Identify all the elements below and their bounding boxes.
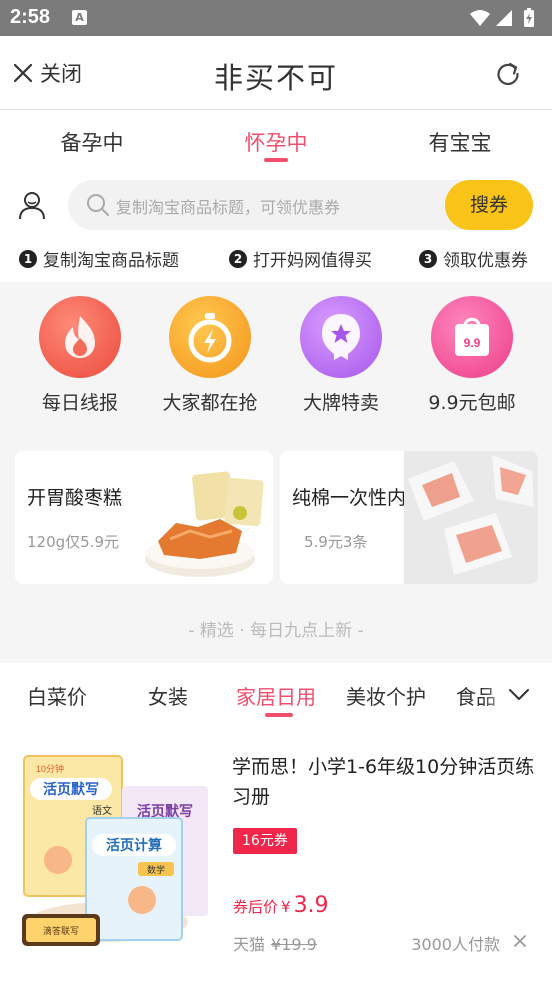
- stopwatch-icon: [188, 313, 232, 363]
- stage-tabs: 备孕中 怀孕中 有宝宝: [0, 111, 552, 168]
- product-card[interactable]: 10分钟 活页默写 语文 活页默写 活页计算 数学 滴答联写 学而思！小学1-6…: [0, 740, 552, 960]
- title-bar: 关闭 非买不可: [0, 36, 552, 110]
- search-bar: 复制淘宝商品标题，可领优惠券 搜券: [68, 180, 533, 230]
- paid-count: 3000人付款: [411, 935, 500, 954]
- category-label: 9.9元包邮: [428, 392, 516, 414]
- book-subject-text: 语文: [92, 804, 112, 817]
- underwear-image: [404, 451, 538, 584]
- price-source-row: 天猫 ¥19.9: [233, 931, 317, 955]
- category-label: 每日线报: [41, 392, 118, 414]
- jujube-cake-image: [145, 471, 264, 577]
- flame-icon: [65, 316, 95, 358]
- page-title: 非买不可: [213, 61, 338, 95]
- category-9-9-free-shipping[interactable]: 9.9 9.9元包邮: [407, 296, 537, 415]
- featured-section: 每日线报 大家都在抢 大牌特卖 9.9 9.9元包邮 开胃酸枣糕 120g仅5.…: [0, 282, 552, 663]
- steps-row: 1 复制淘宝商品标题 2 打开妈网值得买 3 领取优惠券: [0, 246, 552, 272]
- tagline: - 精选 · 每日九点上新 -: [188, 621, 364, 641]
- tab-beauty-care[interactable]: 美妆个护: [346, 681, 426, 710]
- promo-title: 开胃酸枣糕: [27, 487, 123, 509]
- search-icon: [87, 194, 109, 216]
- stage-tab-pregnant[interactable]: 怀孕中: [184, 111, 368, 168]
- status-time: 2:58: [10, 6, 51, 28]
- price-value: 3.9: [293, 893, 329, 918]
- user-icon[interactable]: [18, 190, 46, 220]
- step-number: 3: [419, 249, 437, 268]
- book-subject-text: 数学: [147, 864, 165, 876]
- step-label: 领取优惠券: [443, 251, 528, 271]
- wifi-icon: [470, 10, 490, 26]
- refresh-icon[interactable]: [494, 60, 522, 88]
- after-coupon-price: 券后价 ¥ 3.9: [233, 893, 329, 918]
- search-coupon-button[interactable]: 搜券: [445, 180, 533, 230]
- step-1: 1 复制淘宝商品标题: [19, 246, 179, 271]
- category-tabs: 白菜价 女装 家居日用 美妆个护 食品: [0, 663, 552, 725]
- status-bar: 2:58 A: [0, 0, 552, 36]
- chevron-down-icon[interactable]: [508, 687, 530, 701]
- device-label-text: 滴答联写: [43, 925, 79, 937]
- product-title: 学而思！小学1-6年级10分钟活页练习册: [232, 756, 535, 808]
- category-label: 大牌特卖: [302, 392, 379, 414]
- book-title-text: 活页计算: [106, 837, 162, 854]
- category-everyone-grabbing[interactable]: 大家都在抢: [145, 296, 275, 415]
- category-circle: [300, 296, 382, 378]
- book-badge-text: 10分钟: [36, 763, 64, 774]
- step-label: 打开妈网值得买: [253, 251, 372, 271]
- source-platform: 天猫: [233, 935, 266, 954]
- shopping-bag-icon: 9.9: [455, 317, 489, 356]
- category-brand-sale[interactable]: 大牌特卖: [276, 296, 406, 415]
- after-coupon-label: 券后价: [233, 898, 279, 916]
- tab-bargain[interactable]: 白菜价: [27, 681, 87, 710]
- step-label: 复制淘宝商品标题: [43, 251, 179, 271]
- badge-star-icon: [322, 314, 360, 360]
- tab-womens-wear[interactable]: 女装: [148, 681, 188, 710]
- book-title-text: 活页默写: [43, 781, 99, 798]
- system-icons: [470, 8, 534, 27]
- step-number: 1: [19, 249, 37, 268]
- category-label: 大家都在抢: [162, 392, 258, 414]
- step-3: 3 领取优惠券: [419, 246, 528, 271]
- category-circle: [39, 296, 121, 378]
- signal-icon: [496, 10, 512, 26]
- currency-symbol: ¥: [281, 898, 291, 916]
- promo-card-cotton-underwear[interactable]: 纯棉一次性内裤 5.9元3条: [280, 451, 538, 584]
- original-price: ¥19.9: [271, 935, 317, 954]
- coupon-badge: 16元券: [233, 828, 297, 854]
- notification-a-icon: A: [72, 10, 87, 25]
- promo-subtitle: 120g仅5.9元: [27, 533, 120, 551]
- category-daily-deals[interactable]: 每日线报: [15, 296, 145, 415]
- promo-subtitle: 5.9元3条: [304, 533, 368, 551]
- close-icon[interactable]: [512, 933, 528, 949]
- category-circle: [169, 296, 251, 378]
- product-image: 10分钟 活页默写 语文 活页默写 活页计算 数学 滴答联写: [18, 750, 214, 950]
- promo-card-jujube-cake[interactable]: 开胃酸枣糕 120g仅5.9元: [15, 451, 273, 584]
- bag-price-text: 9.9: [464, 336, 481, 350]
- tab-underline: [265, 713, 293, 717]
- category-circle: 9.9: [431, 296, 513, 378]
- step-number: 2: [229, 249, 247, 268]
- stage-tab-baby[interactable]: 有宝宝: [368, 111, 552, 168]
- search-input[interactable]: 复制淘宝商品标题，可领优惠券: [116, 194, 340, 218]
- stage-tab-preparing[interactable]: 备孕中: [0, 111, 184, 168]
- step-2: 2 打开妈网值得买: [229, 246, 372, 271]
- tab-home-goods[interactable]: 家居日用: [236, 681, 316, 710]
